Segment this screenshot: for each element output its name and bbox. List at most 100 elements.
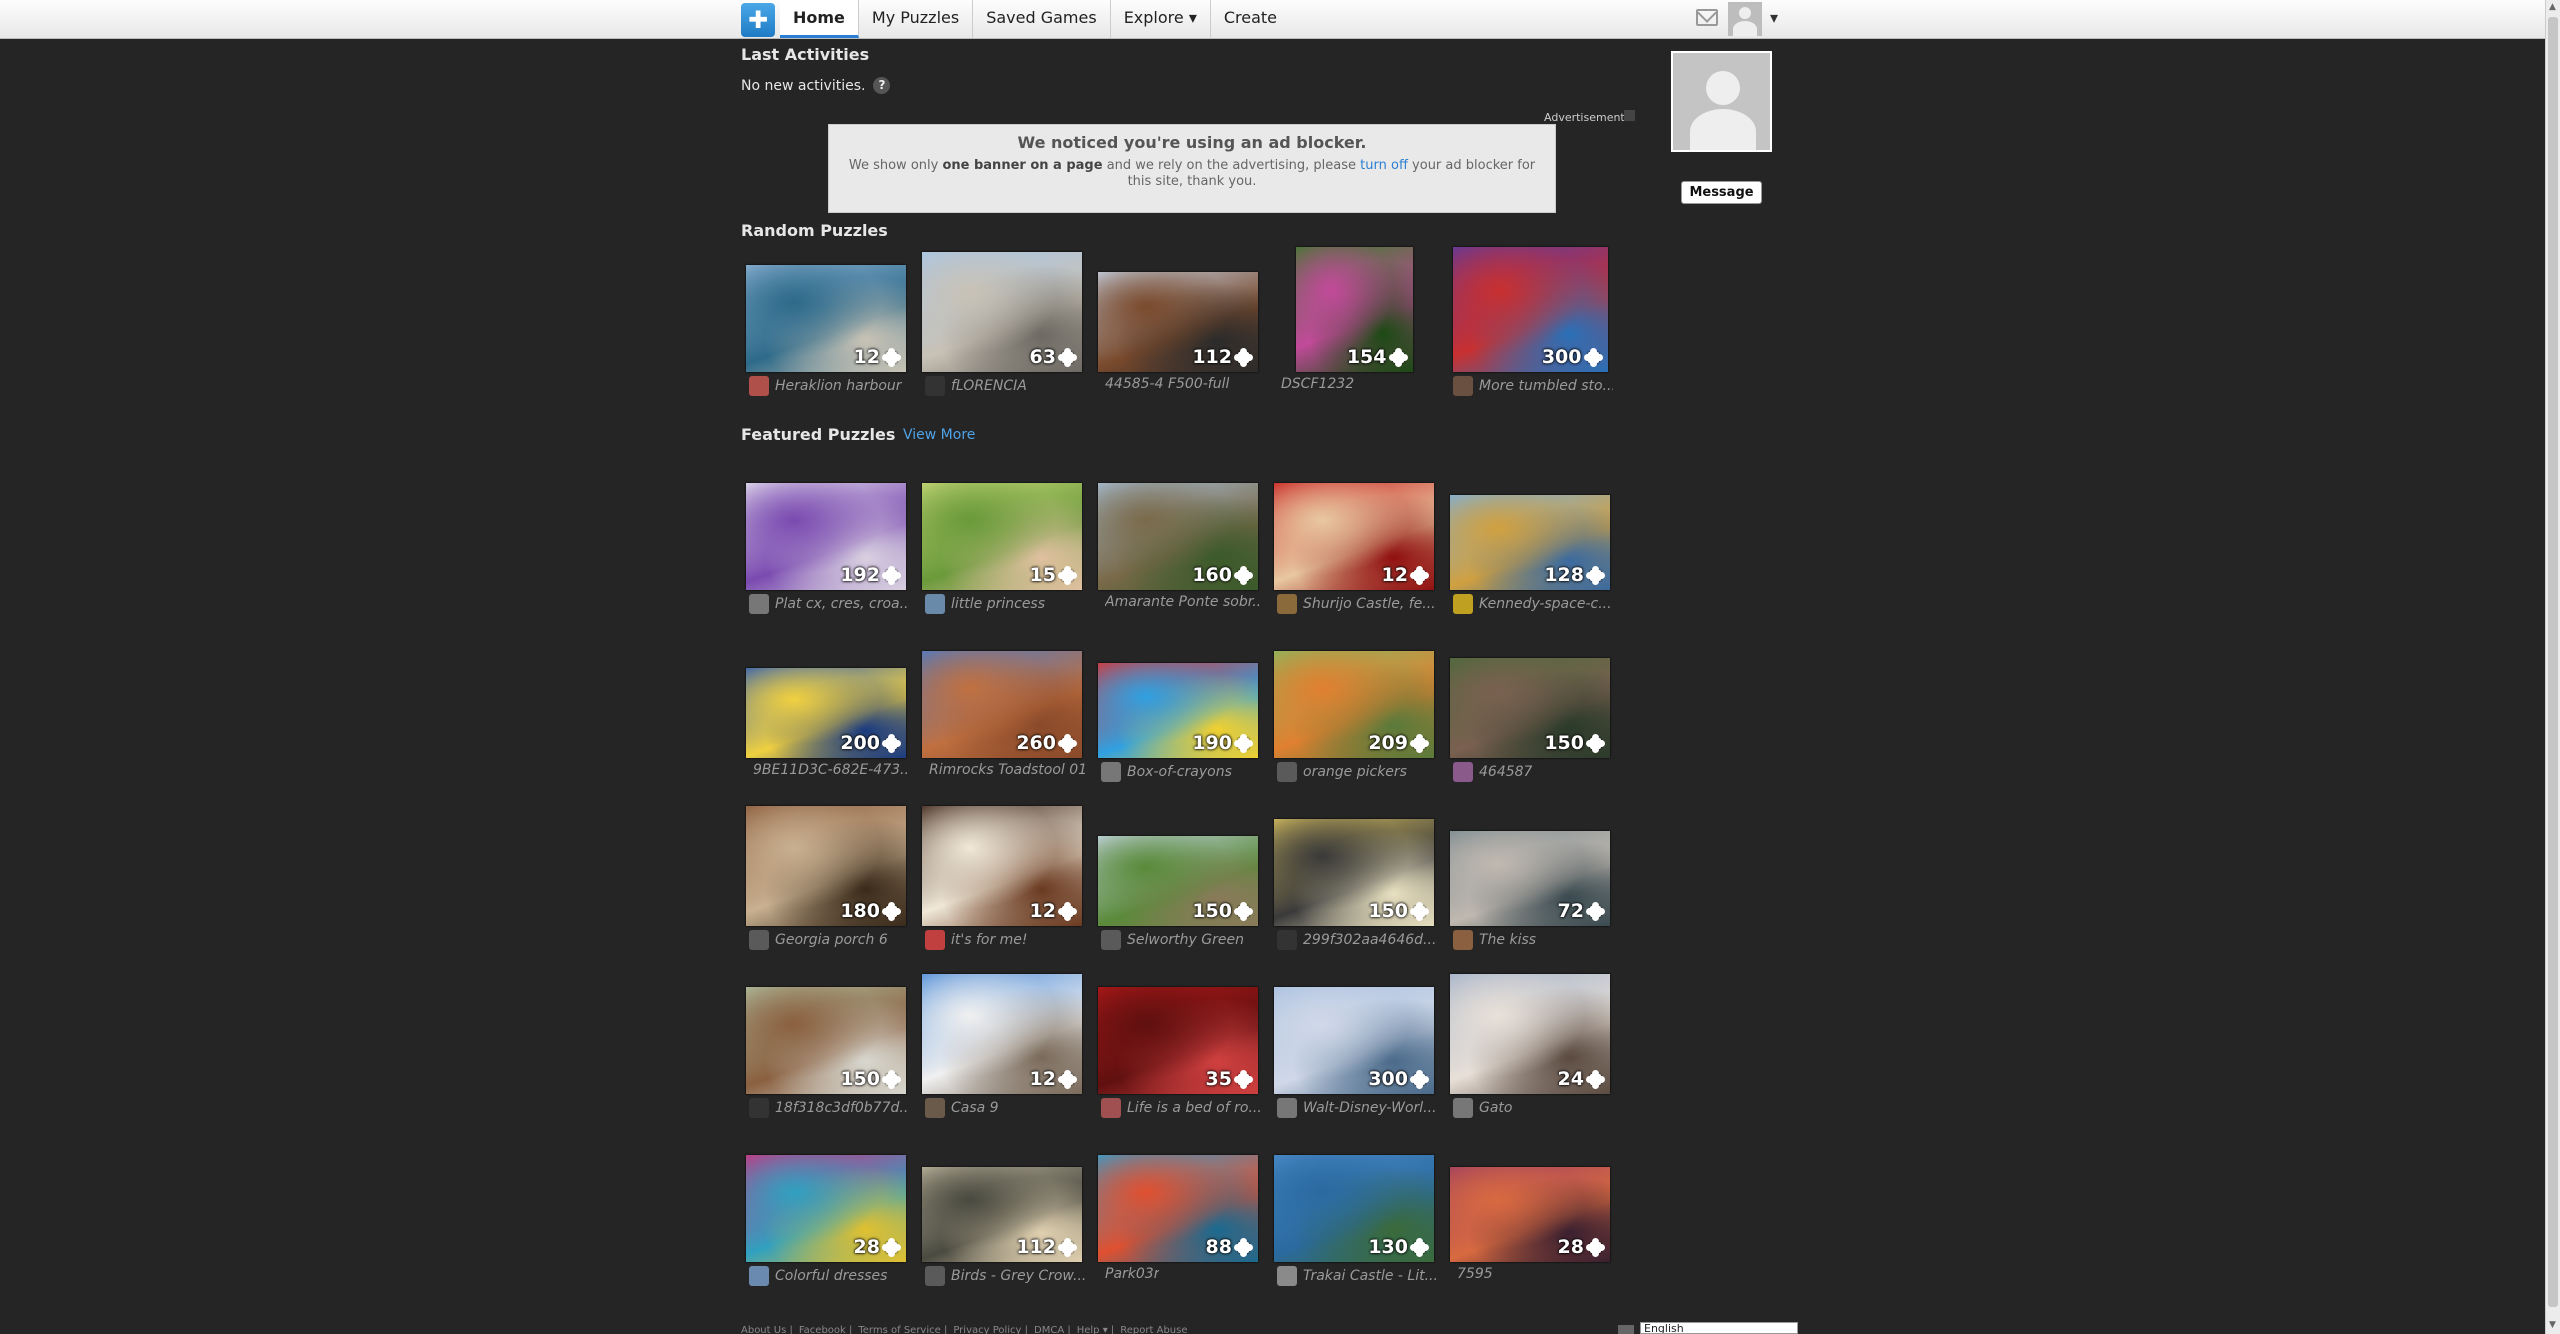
author-avatar[interactable] (749, 594, 769, 614)
puzzle-title[interactable]: Plat cx, cres, croa... (775, 596, 909, 612)
puzzle-tile[interactable]: 300 More tumbled sto... (1445, 247, 1615, 397)
puzzle-thumbnail[interactable]: 28 (746, 1155, 906, 1262)
scroll-down-arrow-icon[interactable]: ▼ (2549, 1320, 2556, 1330)
nav-create[interactable]: Create (1211, 0, 1290, 38)
scrollbar-thumb[interactable] (2548, 17, 2558, 1307)
user-avatar[interactable] (1728, 2, 1762, 36)
nav-explore[interactable]: Explore ▾ (1111, 0, 1211, 38)
author-avatar[interactable] (749, 376, 769, 396)
puzzle-tile[interactable]: 12 it's for me! (917, 801, 1087, 951)
author-avatar[interactable] (749, 930, 769, 950)
puzzle-tile[interactable]: 154 DSCF1232 (1269, 247, 1439, 397)
author-avatar[interactable] (749, 1098, 769, 1118)
puzzle-thumbnail[interactable]: 12 (1274, 483, 1434, 590)
puzzle-thumbnail[interactable]: 112 (1098, 272, 1258, 372)
puzzle-thumbnail[interactable]: 15 (922, 483, 1082, 590)
puzzle-title[interactable]: 44585-4 F500-full (1105, 376, 1229, 392)
puzzle-thumbnail[interactable]: 180 (746, 806, 906, 926)
puzzle-title[interactable]: it's for me! (951, 932, 1028, 948)
puzzle-tile[interactable]: 24 Gato (1445, 969, 1615, 1119)
puzzle-thumbnail[interactable]: 150 (746, 987, 906, 1094)
puzzle-title[interactable]: Birds - Grey Crow... (951, 1268, 1085, 1284)
puzzle-tile[interactable]: 190 Box-of-crayons (1093, 633, 1263, 783)
user-menu-chevron-down-icon[interactable]: ▾ (1770, 8, 1778, 27)
puzzle-title[interactable]: Walt-Disney-Worl... (1303, 1100, 1437, 1116)
vertical-scrollbar[interactable]: ▲ ▼ (2545, 0, 2560, 1334)
puzzle-tile[interactable]: 150 18f318c3df0b77d... (741, 969, 911, 1119)
puzzle-tile[interactable]: 12 Heraklion harbour (741, 247, 911, 397)
puzzle-title[interactable]: Box-of-crayons (1127, 764, 1232, 780)
puzzle-title[interactable]: little princess (951, 596, 1045, 612)
puzzle-title[interactable]: Georgia porch 6 (775, 932, 888, 948)
author-avatar[interactable] (1277, 1098, 1297, 1118)
puzzle-tile[interactable]: 209 orange pickers (1269, 633, 1439, 783)
puzzle-thumbnail[interactable]: 35 (1098, 987, 1258, 1094)
puzzle-thumbnail[interactable]: 190 (1098, 663, 1258, 758)
puzzle-title[interactable]: Selworthy Green (1127, 932, 1244, 948)
author-avatar[interactable] (925, 930, 945, 950)
puzzle-tile[interactable]: 180 Georgia porch 6 (741, 801, 911, 951)
footer-link[interactable]: Report Abuse (1120, 1325, 1187, 1334)
author-avatar[interactable] (1453, 930, 1473, 950)
puzzle-title[interactable]: orange pickers (1303, 764, 1407, 780)
mail-icon[interactable] (1696, 9, 1718, 26)
author-avatar[interactable] (925, 1266, 945, 1286)
puzzle-title[interactable]: Gato (1479, 1100, 1512, 1116)
puzzle-tile[interactable]: 150 Selworthy Green (1093, 801, 1263, 951)
puzzle-title[interactable]: Kennedy-space-c... (1479, 596, 1612, 612)
footer-link[interactable]: About Us | (741, 1325, 793, 1334)
author-avatar[interactable] (1101, 930, 1121, 950)
puzzle-title[interactable]: Colorful dresses (775, 1268, 887, 1284)
puzzle-tile[interactable]: 150 464587 (1445, 633, 1615, 783)
puzzle-title[interactable]: 299f302aa4646d... (1303, 932, 1436, 948)
puzzle-thumbnail[interactable]: 209 (1274, 651, 1434, 758)
puzzle-tile[interactable]: 35 Life is a bed of ro... (1093, 969, 1263, 1119)
puzzle-title[interactable]: Casa 9 (951, 1100, 999, 1116)
puzzle-tile[interactable]: 150 299f302aa4646d... (1269, 801, 1439, 951)
view-more-link[interactable]: View More (903, 427, 975, 443)
footer-link[interactable]: Facebook | (799, 1325, 853, 1334)
puzzle-tile[interactable]: 28 Colorful dresses (741, 1137, 911, 1287)
footer-link[interactable]: DMCA | (1034, 1325, 1071, 1334)
puzzle-thumbnail[interactable]: 154 (1295, 247, 1413, 372)
author-avatar[interactable] (1101, 1098, 1121, 1118)
puzzle-title[interactable]: Trakai Castle - Lit... (1303, 1268, 1437, 1284)
puzzle-title[interactable]: The kiss (1479, 932, 1536, 948)
puzzle-tile[interactable]: 128 Kennedy-space-c... (1445, 465, 1615, 615)
puzzle-tile[interactable]: 192 Plat cx, cres, croa... (741, 465, 911, 615)
author-avatar[interactable] (925, 376, 945, 396)
turn-off-adblock-link[interactable]: turn off (1360, 158, 1408, 173)
puzzle-tile[interactable]: 88 Park03r (1093, 1137, 1263, 1287)
author-avatar[interactable] (1453, 1098, 1473, 1118)
puzzle-tile[interactable]: 15 little princess (917, 465, 1087, 615)
puzzle-thumbnail[interactable]: 12 (746, 265, 906, 372)
puzzle-thumbnail[interactable]: 128 (1450, 495, 1610, 590)
puzzle-title[interactable]: Shurijo Castle, fe... (1303, 596, 1436, 612)
message-button[interactable]: Message (1681, 181, 1762, 204)
puzzle-thumbnail[interactable]: 12 (922, 806, 1082, 926)
puzzle-title[interactable]: DSCF1232 (1281, 376, 1354, 392)
nav-saved-games[interactable]: Saved Games (973, 0, 1111, 38)
puzzle-title[interactable]: Amarante Ponte sobr... (1105, 594, 1261, 610)
puzzle-tile[interactable]: 63 fLORENCIA (917, 247, 1087, 397)
footer-link[interactable]: Terms of Service | (858, 1325, 947, 1334)
puzzle-tile[interactable]: 160 Amarante Ponte sobr... (1093, 465, 1263, 615)
puzzle-thumbnail[interactable]: 112 (922, 1167, 1082, 1262)
puzzle-tile[interactable]: 130 Trakai Castle - Lit... (1269, 1137, 1439, 1287)
puzzle-tile[interactable]: 112 Birds - Grey Crow... (917, 1137, 1087, 1287)
puzzle-tile[interactable]: 300 Walt-Disney-Worl... (1269, 969, 1439, 1119)
puzzle-tile[interactable]: 12 Casa 9 (917, 969, 1087, 1119)
puzzle-title[interactable]: Heraklion harbour (775, 378, 902, 394)
puzzle-title[interactable]: 464587 (1479, 764, 1532, 780)
footer-link[interactable]: Help ▾ | (1077, 1325, 1115, 1334)
puzzle-thumbnail[interactable]: 200 (746, 668, 906, 758)
puzzle-title[interactable]: Park03r (1105, 1266, 1159, 1282)
puzzle-thumbnail[interactable]: 300 (1452, 247, 1608, 372)
puzzle-thumbnail[interactable]: 300 (1274, 987, 1434, 1094)
author-avatar[interactable] (1453, 594, 1473, 614)
puzzle-title[interactable]: Rimrocks Toadstool 01 (929, 762, 1085, 778)
puzzle-thumbnail[interactable]: 28 (1450, 1167, 1610, 1262)
author-avatar[interactable] (1453, 376, 1473, 396)
author-avatar[interactable] (925, 594, 945, 614)
puzzle-title[interactable]: 18f318c3df0b77d... (775, 1100, 909, 1116)
